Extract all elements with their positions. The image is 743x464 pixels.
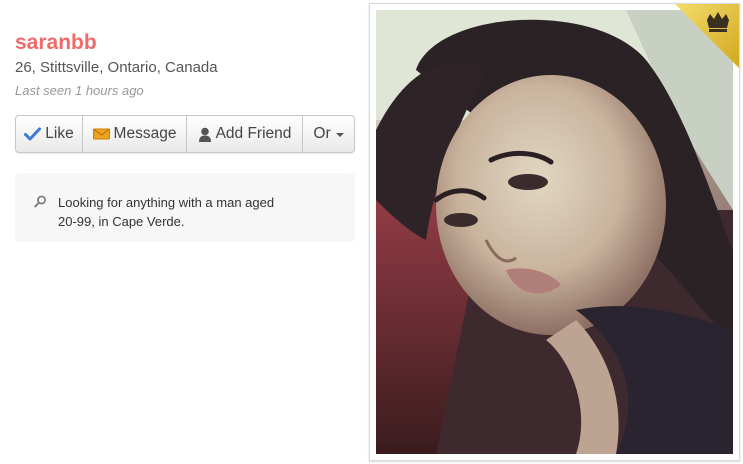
crown-badge	[675, 4, 739, 68]
location: 26, Stittsville, Ontario, Canada	[15, 59, 218, 76]
add-friend-button-label: Add Friend	[215, 125, 292, 142]
profile-photo[interactable]	[376, 10, 733, 454]
add-friend-button[interactable]: Add Friend	[187, 116, 303, 152]
username[interactable]: saranbb	[15, 31, 97, 55]
profile-photo-frame[interactable]	[369, 3, 740, 461]
action-button-group: Like Message Add Friend Or	[15, 115, 355, 153]
profile-page: saranbb 26, Stittsville, Ontario, Canada…	[0, 0, 743, 464]
message-button-label: Message	[113, 125, 177, 142]
message-button[interactable]: Message	[83, 116, 187, 152]
envelope-icon	[92, 128, 110, 140]
person-icon	[198, 127, 212, 142]
like-button[interactable]: Like	[16, 116, 83, 152]
search-icon	[34, 195, 47, 213]
crown-icon	[707, 12, 729, 32]
chevron-down-icon	[335, 133, 344, 137]
looking-for-text: Looking for anything with a man aged 20-…	[58, 195, 275, 229]
check-icon	[24, 127, 42, 141]
last-seen: Last seen 1 hours ago	[15, 83, 144, 98]
more-options-label: Or	[313, 125, 331, 142]
like-button-label: Like	[45, 125, 74, 142]
more-options-dropdown[interactable]: Or	[303, 116, 354, 152]
looking-for-box: Looking for anything with a man aged 20-…	[15, 173, 355, 242]
